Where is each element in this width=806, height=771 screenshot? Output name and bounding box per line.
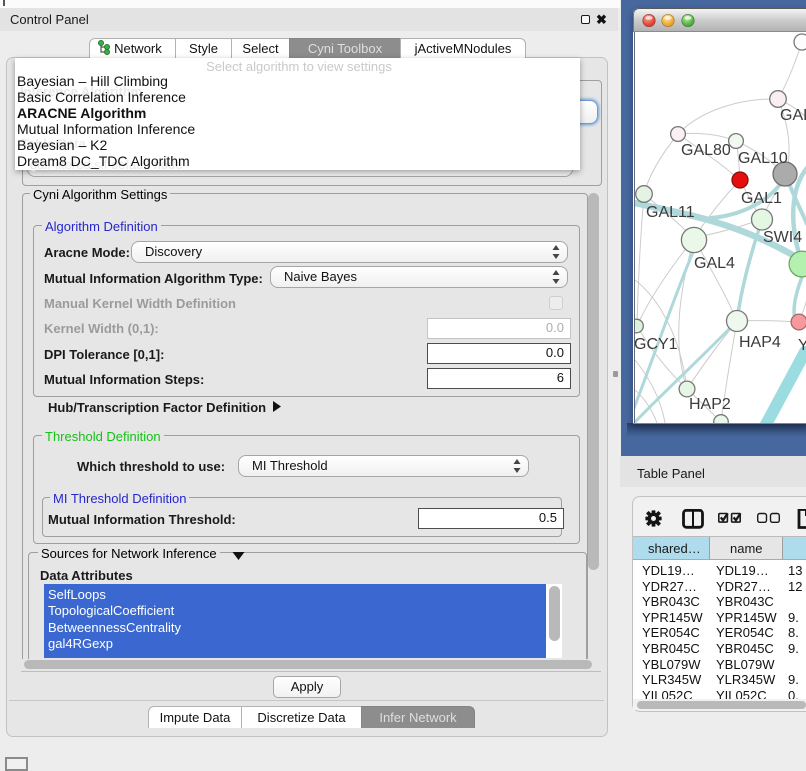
svg-text:GAL80: GAL80 — [681, 142, 731, 159]
svg-text:SWI4: SWI4 — [763, 229, 802, 246]
svg-text:GAL1: GAL1 — [741, 190, 782, 207]
svg-text:GAL11: GAL11 — [646, 204, 695, 221]
svg-text:GAL: GAL — [780, 107, 806, 124]
svg-text:GCY1: GCY1 — [634, 336, 678, 353]
svg-text:Y: Y — [798, 337, 806, 354]
svg-text:HAP4: HAP4 — [739, 334, 781, 351]
svg-text:HAP2: HAP2 — [689, 396, 731, 413]
svg-text:GAL10: GAL10 — [738, 150, 788, 167]
svg-text:GAL4: GAL4 — [694, 255, 735, 272]
